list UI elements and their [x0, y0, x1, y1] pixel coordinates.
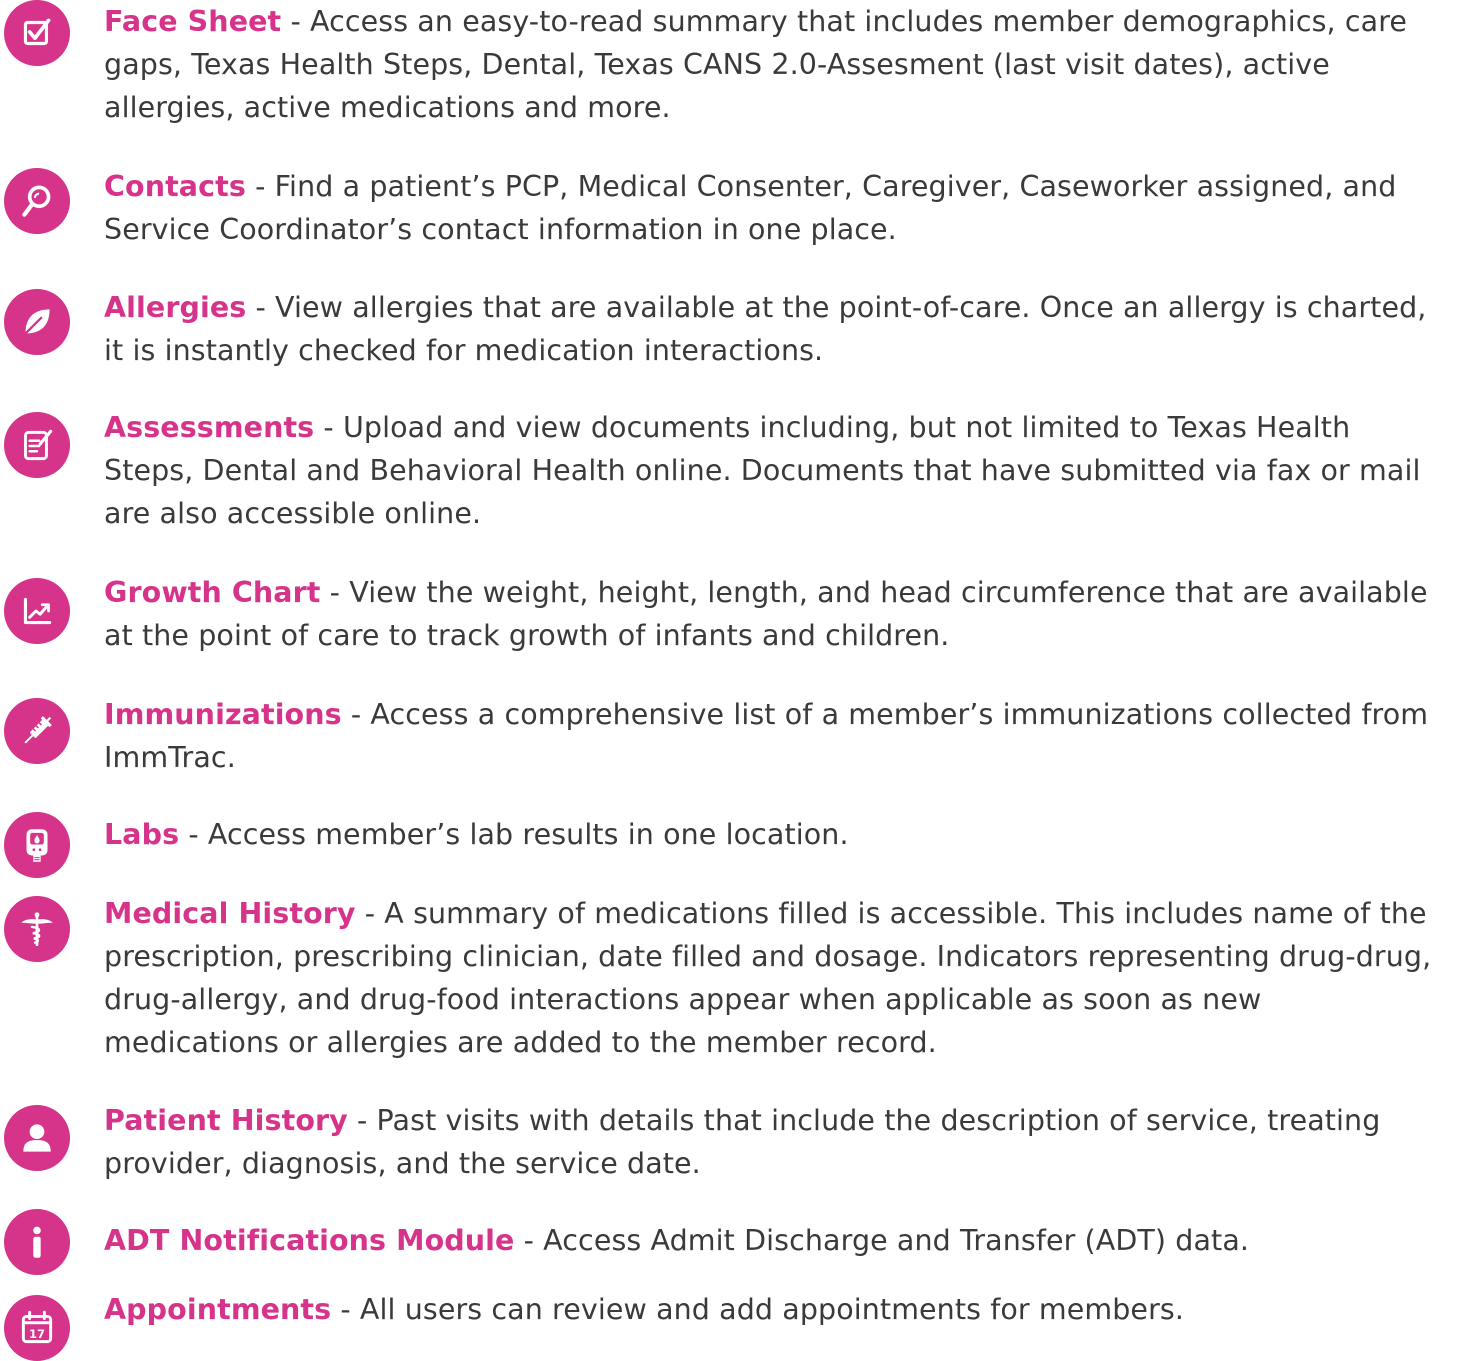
feature-text: Appointments - All users can review and … [104, 1288, 1444, 1331]
info-icon [4, 1209, 70, 1275]
caduceus-icon [4, 896, 70, 962]
feature-title: Allergies [104, 291, 247, 324]
feature-title: Appointments [104, 1293, 332, 1326]
magnifier-icon [4, 168, 70, 234]
feature-title: Assessments [104, 411, 315, 444]
feature-text: Face Sheet - Access an easy-to-read summ… [104, 0, 1444, 129]
feature-title: Medical History [104, 897, 356, 930]
document-edit-icon [4, 412, 70, 478]
checkbox-icon [4, 0, 70, 66]
calendar-day-label: 17 [29, 1327, 45, 1341]
feature-description: - Find a patient’s PCP, Medical Consente… [104, 170, 1397, 246]
feature-description: - View allergies that are available at t… [104, 291, 1427, 367]
feature-description: - Access an easy-to-read summary that in… [104, 5, 1408, 124]
lab-meter-icon [4, 812, 70, 878]
calendar-icon: 17 [4, 1295, 70, 1361]
feature-title: Growth Chart [104, 576, 321, 609]
person-icon [4, 1105, 70, 1171]
feature-text: Patient History - Past visits with detai… [104, 1099, 1444, 1185]
feature-title: Labs [104, 818, 180, 851]
feature-text: Growth Chart - View the weight, height, … [104, 571, 1444, 657]
feature-text: Assessments - Upload and view documents … [104, 406, 1444, 535]
feature-text: Immunizations - Access a comprehensive l… [104, 693, 1444, 779]
feature-text: Allergies - View allergies that are avai… [104, 286, 1444, 372]
leaf-icon [4, 289, 70, 355]
feature-text: Contacts - Find a patient’s PCP, Medical… [104, 165, 1444, 251]
feature-text: ADT Notifications Module - Access Admit … [104, 1219, 1444, 1262]
feature-description: - Access member’s lab results in one loc… [179, 818, 849, 851]
feature-title: ADT Notifications Module [104, 1224, 515, 1257]
feature-title: Immunizations [104, 698, 342, 731]
growth-chart-icon [4, 578, 70, 644]
feature-text: Medical History - A summary of medicatio… [104, 892, 1444, 1064]
feature-title: Patient History [104, 1104, 348, 1137]
feature-title: Contacts [104, 170, 246, 203]
feature-description: - All users can review and add appointme… [331, 1293, 1184, 1326]
feature-text: Labs - Access member’s lab results in on… [104, 813, 1444, 856]
feature-description: - Access Admit Discharge and Transfer (A… [514, 1224, 1250, 1257]
feature-title: Face Sheet [104, 5, 282, 38]
syringe-icon [4, 698, 70, 764]
